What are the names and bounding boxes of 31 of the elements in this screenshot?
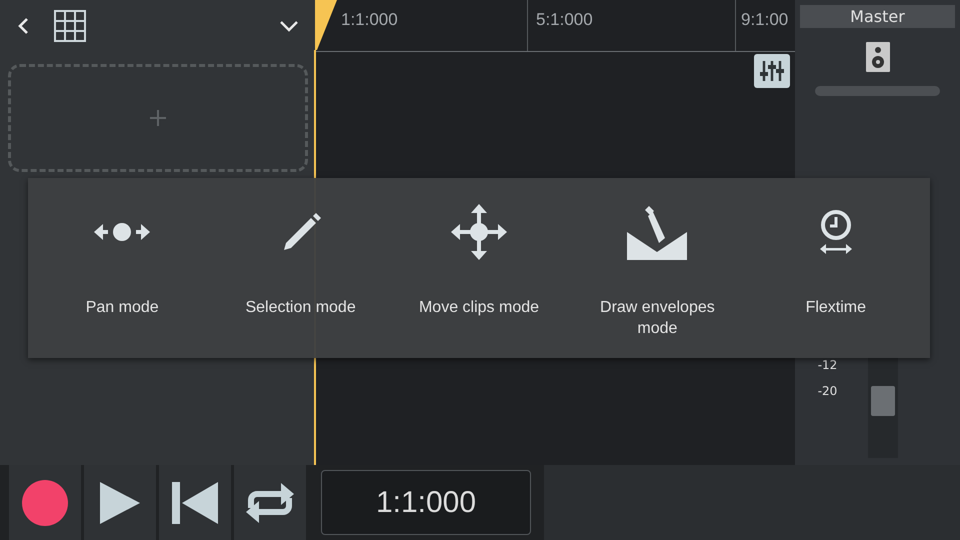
time-display: 1:1:000 <box>321 470 531 535</box>
volume-fader[interactable] <box>868 358 898 458</box>
back-button[interactable] <box>16 16 30 36</box>
skip-back-icon <box>172 480 218 526</box>
mode-option[interactable]: Flextime <box>746 178 925 358</box>
add-track-button[interactable] <box>8 64 308 172</box>
channel-title: Master <box>800 5 955 28</box>
meter-scale-label: -12 <box>818 358 838 372</box>
ruler-label: 1:1:000 <box>341 10 398 29</box>
sliders-icon <box>758 58 786 84</box>
mixer-button[interactable] <box>754 54 790 88</box>
meter-scale-label: -20 <box>818 384 838 398</box>
play-icon <box>98 480 142 526</box>
mode-option[interactable]: Pan mode <box>33 178 212 358</box>
ruler-label: 5:1:000 <box>536 10 593 29</box>
plus-icon <box>148 108 168 128</box>
move-arrows-icon <box>450 202 507 262</box>
rewind-button[interactable] <box>159 465 231 540</box>
loop-button[interactable] <box>234 465 306 540</box>
fader-thumb[interactable] <box>870 386 894 416</box>
mode-option[interactable]: Selection mode <box>211 178 390 358</box>
speaker-icon <box>866 42 890 72</box>
ruler-label: 9:1:00 <box>741 10 788 29</box>
record-button[interactable] <box>9 465 81 540</box>
mode-option[interactable]: Draw envelopes mode <box>568 178 747 358</box>
grid-button[interactable] <box>54 10 86 42</box>
timeline-ruler[interactable]: 1:1:000 5:1:000 9:1:00 <box>315 0 795 52</box>
dropdown-button[interactable] <box>279 20 299 32</box>
record-icon <box>21 478 69 526</box>
mode-option[interactable]: Move clips mode <box>390 178 568 358</box>
play-button[interactable] <box>84 465 156 540</box>
